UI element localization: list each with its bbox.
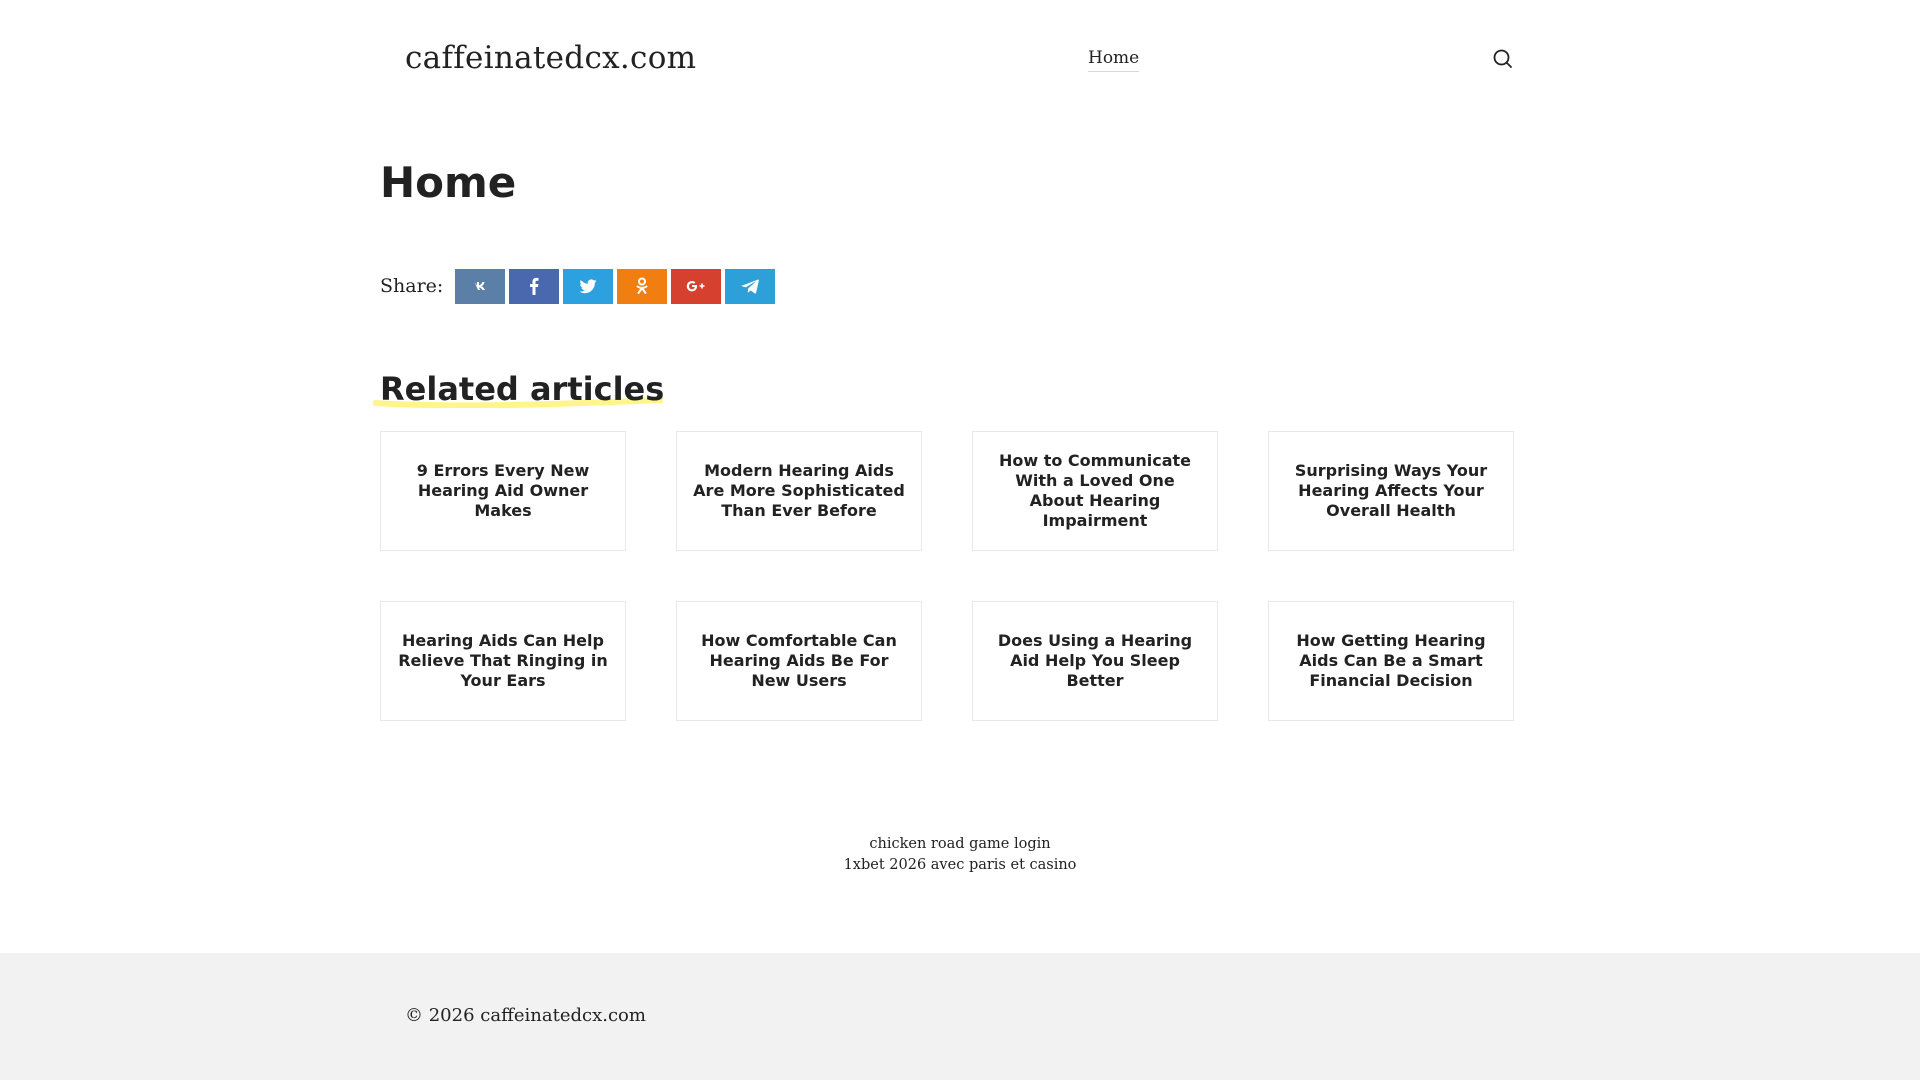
- related-article-title: Does Using a Hearing Aid Help You Sleep …: [997, 631, 1193, 690]
- related-article-card[interactable]: Does Using a Hearing Aid Help You Sleep …: [972, 601, 1218, 721]
- telegram-icon: [741, 279, 760, 294]
- related-article-card[interactable]: How to Communicate With a Loved One Abou…: [972, 431, 1218, 551]
- share-twitter-button[interactable]: [563, 268, 614, 304]
- share-bar: Share:: [380, 268, 779, 304]
- related-article-title: Hearing Aids Can Help Relieve That Ringi…: [398, 631, 608, 690]
- share-telegram-button[interactable]: [725, 268, 776, 304]
- site-footer: © 2026 caffeinatedcx.com: [0, 953, 1920, 1080]
- related-article-card[interactable]: How Getting Hearing Aids Can Be a Smart …: [1268, 601, 1514, 721]
- copyright-text: © 2026 caffeinatedcx.com: [405, 1005, 646, 1026]
- related-article-title: How to Communicate With a Loved One Abou…: [998, 451, 1192, 530]
- site-title-link[interactable]: caffeinatedcx.com: [405, 40, 696, 76]
- footer-link[interactable]: chicken road game login: [0, 834, 1920, 855]
- related-article-card[interactable]: Surprising Ways Your Hearing Affects You…: [1268, 431, 1514, 551]
- share-google-plus-button[interactable]: [671, 268, 722, 304]
- share-odnoklassniki-button[interactable]: [617, 268, 668, 304]
- footer-links: chicken road game login 1xbet 2026 avec …: [0, 834, 1920, 876]
- odnoklassniki-icon: [636, 277, 648, 294]
- twitter-icon: [579, 278, 597, 293]
- search-icon[interactable]: [1490, 46, 1516, 72]
- share-vk-button[interactable]: [455, 268, 506, 304]
- related-article-title: How Getting Hearing Aids Can Be a Smart …: [1296, 631, 1486, 690]
- google-plus-icon: [687, 281, 705, 292]
- page: caffeinatedcx.com Home Home Share: Relat…: [0, 0, 1920, 1080]
- related-article-card[interactable]: Modern Hearing Aids Are More Sophisticat…: [676, 431, 922, 551]
- page-title: Home: [380, 158, 517, 207]
- facebook-icon: [530, 277, 539, 295]
- related-article-card[interactable]: Hearing Aids Can Help Relieve That Ringi…: [380, 601, 626, 721]
- site-header: caffeinatedcx.com Home: [380, 0, 1515, 120]
- related-article-card[interactable]: How Comfortable Can Hearing Aids Be For …: [676, 601, 922, 721]
- related-article-card[interactable]: 9 Errors Every New Hearing Aid Owner Mak…: [380, 431, 626, 551]
- related-article-title: Surprising Ways Your Hearing Affects You…: [1294, 461, 1488, 520]
- vk-icon: [474, 282, 486, 290]
- related-article-title: Modern Hearing Aids Are More Sophisticat…: [693, 461, 905, 520]
- share-label: Share:: [380, 275, 444, 297]
- related-article-title: How Comfortable Can Hearing Aids Be For …: [701, 631, 897, 690]
- footer-link[interactable]: 1xbet 2026 avec paris et casino: [0, 855, 1920, 876]
- nav-item-home[interactable]: Home: [1088, 48, 1140, 72]
- related-article-title: 9 Errors Every New Hearing Aid Owner Mak…: [416, 461, 590, 520]
- related-articles-heading: Related articles: [380, 370, 665, 408]
- share-facebook-button[interactable]: [509, 268, 560, 304]
